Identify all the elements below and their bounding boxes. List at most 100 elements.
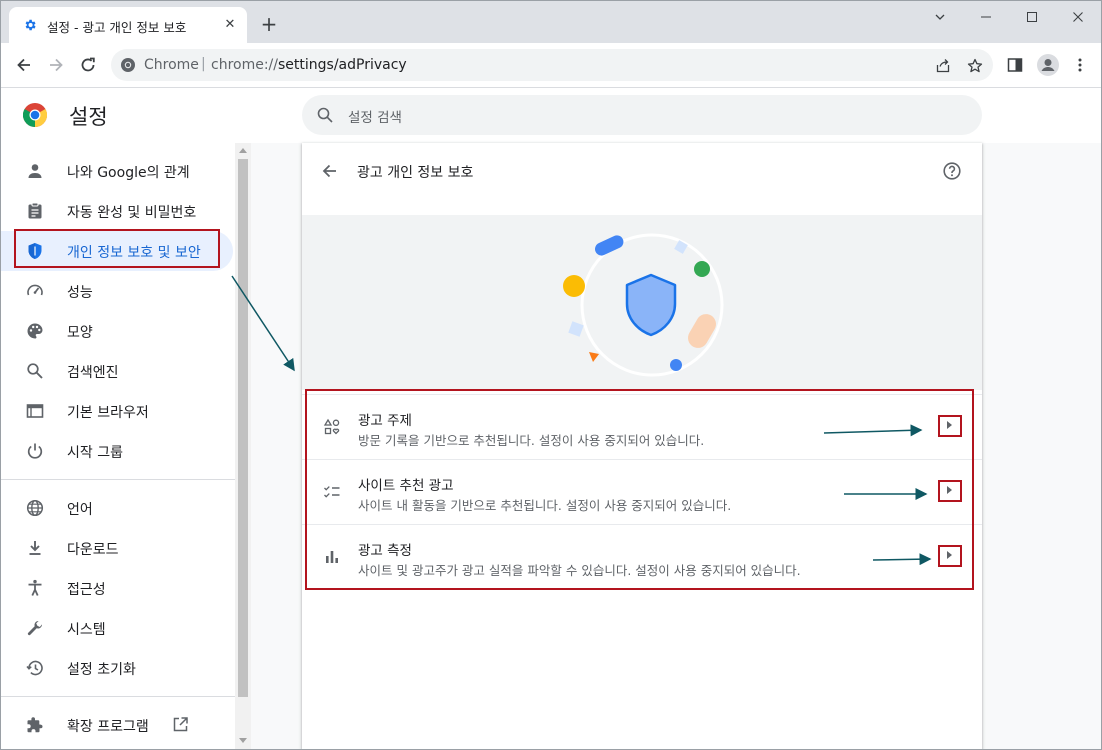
address-bar[interactable]: Chrome | chrome://settings/adPrivacy bbox=[111, 49, 993, 81]
chrome-site-icon bbox=[121, 58, 135, 72]
tab-settings[interactable]: 설정 - 광고 개인 정보 보호 ✕ bbox=[9, 7, 247, 43]
sidebar-item-performance[interactable]: 성능 bbox=[1, 271, 233, 311]
sidebar-item-downloads[interactable]: 다운로드 bbox=[1, 528, 233, 568]
page-title: 광고 개인 정보 보호 bbox=[357, 165, 474, 181]
accessibility-icon bbox=[25, 578, 45, 598]
forward-button[interactable] bbox=[43, 52, 69, 78]
browser-window-icon bbox=[25, 401, 45, 421]
settings-card: 광고 개인 정보 보호 광고 주제 방문 기록을 기반으로 추천됩니다. 설정이… bbox=[302, 143, 982, 749]
search-icon bbox=[317, 107, 333, 123]
site-label: Chrome bbox=[144, 57, 199, 73]
star-icon bbox=[967, 58, 983, 73]
wrench-icon bbox=[25, 618, 45, 638]
settings-title: 설정 bbox=[69, 105, 108, 129]
chrome-logo bbox=[23, 103, 47, 127]
url-path: settings/adPrivacy bbox=[278, 57, 407, 73]
sidebar-item-label: 다운로드 bbox=[67, 542, 119, 558]
sidebar-item-autofill[interactable]: 자동 완성 및 비밀번호 bbox=[1, 191, 233, 231]
share-button[interactable] bbox=[933, 56, 953, 76]
omnibox-separator: | bbox=[201, 56, 206, 72]
maximize-button[interactable] bbox=[1009, 1, 1055, 33]
history-icon bbox=[25, 658, 45, 678]
tab-search-button[interactable] bbox=[917, 1, 963, 33]
shield-illustration bbox=[563, 233, 724, 377]
tab-close-icon[interactable]: ✕ bbox=[221, 16, 239, 34]
sidebar-item-label: 나와 Google의 관계 bbox=[67, 165, 190, 181]
gear-icon bbox=[25, 19, 36, 31]
toolbar: Chrome | chrome://settings/adPrivacy bbox=[1, 43, 1101, 88]
sidebar: 나와 Google의 관계 자동 완성 및 비밀번호 개인 정보 보호 및 보안… bbox=[1, 143, 235, 749]
sidebar-item-appearance[interactable]: 모양 bbox=[1, 311, 233, 351]
sidebar-divider bbox=[1, 479, 235, 480]
sidebar-item-search-engine[interactable]: 검색엔진 bbox=[1, 351, 233, 391]
sidebar-item-you-and-google[interactable]: 나와 Google의 관계 bbox=[1, 151, 233, 191]
minimize-icon bbox=[981, 16, 991, 18]
arrow-left-icon bbox=[17, 58, 30, 72]
profile-button[interactable] bbox=[1035, 52, 1061, 78]
sidebar-item-accessibility[interactable]: 접근성 bbox=[1, 568, 233, 608]
bookmark-button[interactable] bbox=[965, 56, 985, 76]
globe-icon bbox=[25, 498, 45, 518]
maximize-icon bbox=[1027, 12, 1037, 22]
sidebar-item-label: 언어 bbox=[67, 502, 93, 518]
scroll-down-icon[interactable] bbox=[239, 738, 247, 743]
speedometer-icon bbox=[25, 281, 45, 301]
sidebar-item-label: 시스템 bbox=[67, 622, 106, 638]
person-icon bbox=[25, 161, 45, 181]
sidebar-item-languages[interactable]: 언어 bbox=[1, 488, 233, 528]
sidebar-item-reset[interactable]: 설정 초기화 bbox=[1, 648, 233, 688]
puzzle-icon bbox=[25, 715, 45, 735]
close-window-button[interactable] bbox=[1055, 1, 1101, 33]
sidebar-item-label: 자동 완성 및 비밀번호 bbox=[67, 205, 197, 221]
title-bar: 설정 - 광고 개인 정보 보호 ✕ + bbox=[1, 1, 1101, 43]
sidebar-item-label: 모양 bbox=[67, 325, 93, 341]
scrollbar-thumb[interactable] bbox=[238, 159, 248, 697]
sidebar-item-label: 검색엔진 bbox=[67, 365, 119, 381]
sidebar-item-system[interactable]: 시스템 bbox=[1, 608, 233, 648]
sidebar-item-default-browser[interactable]: 기본 브라우저 bbox=[1, 391, 233, 431]
back-arrow-button[interactable] bbox=[320, 161, 340, 181]
ad-privacy-illustration bbox=[302, 215, 982, 390]
sidebar-item-label: 확장 프로그램 bbox=[67, 719, 149, 735]
palette-icon bbox=[25, 321, 45, 341]
settings-search-input[interactable]: 설정 검색 bbox=[302, 95, 982, 135]
back-button[interactable] bbox=[11, 52, 37, 78]
help-icon bbox=[943, 162, 961, 180]
annotation-highlight-box bbox=[305, 389, 974, 590]
reload-icon bbox=[81, 57, 95, 72]
side-panel-button[interactable] bbox=[1002, 52, 1028, 78]
tab-title: 설정 - 광고 개인 정보 보호 bbox=[47, 20, 187, 35]
open-in-new-icon bbox=[172, 716, 189, 737]
minimize-button[interactable] bbox=[963, 1, 1009, 33]
sidebar-item-label: 접근성 bbox=[67, 582, 106, 598]
chevron-down-icon bbox=[935, 14, 945, 20]
close-icon bbox=[1073, 12, 1083, 22]
settings-header: 설정 설정 검색 bbox=[1, 88, 1101, 142]
arrow-right-icon bbox=[50, 58, 63, 72]
download-icon bbox=[25, 538, 45, 558]
url-text: chrome://settings/adPrivacy bbox=[211, 57, 407, 73]
avatar bbox=[1037, 54, 1059, 76]
share-icon bbox=[936, 59, 950, 73]
menu-button[interactable] bbox=[1067, 52, 1093, 78]
annotation-highlight-box bbox=[14, 229, 220, 268]
search-icon bbox=[25, 361, 45, 381]
arrow-left-icon bbox=[322, 164, 336, 178]
sidebar-item-extensions[interactable]: 확장 프로그램 bbox=[1, 705, 233, 745]
sidebar-divider bbox=[1, 696, 235, 697]
side-panel-icon bbox=[1007, 58, 1023, 72]
sidebar-scrollbar[interactable] bbox=[235, 143, 251, 749]
reload-button[interactable] bbox=[75, 52, 101, 78]
new-tab-button[interactable]: + bbox=[259, 14, 279, 34]
scroll-up-icon[interactable] bbox=[239, 148, 247, 153]
sidebar-item-label: 기본 브라우저 bbox=[67, 405, 149, 421]
sidebar-item-label: 설정 초기화 bbox=[67, 662, 136, 678]
clipboard-icon bbox=[25, 201, 45, 221]
sidebar-item-label: 성능 bbox=[67, 285, 93, 301]
help-button[interactable] bbox=[942, 161, 962, 181]
sidebar-item-on-startup[interactable]: 시작 그룹 bbox=[1, 431, 233, 471]
sidebar-item-label: 시작 그룹 bbox=[67, 445, 123, 461]
more-vert-icon bbox=[1078, 58, 1082, 72]
url-host: chrome:// bbox=[211, 57, 278, 73]
browser-window: 설정 - 광고 개인 정보 보호 ✕ + Chrome | chrome://s… bbox=[0, 0, 1102, 750]
